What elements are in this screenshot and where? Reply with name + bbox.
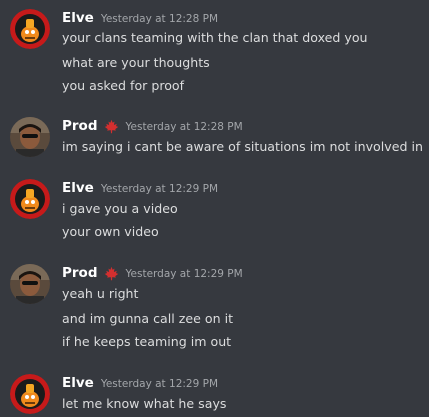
message-text: your own video — [62, 224, 159, 239]
message-text: and im gunna call zee on it — [62, 311, 234, 326]
orange-robot-avatar[interactable] — [10, 9, 50, 49]
message-header: Elve Yesterday at 12:29 PM — [62, 374, 218, 392]
message-text: you asked for proof — [62, 78, 185, 93]
maple-leaf-icon — [104, 119, 119, 134]
message-text: if he keeps teaming im out — [62, 334, 232, 349]
timestamp[interactable]: Yesterday at 12:29 PM — [101, 183, 218, 195]
message-text: yeah u right — [62, 286, 139, 301]
message-header: Prod Yesterday at 12:28 PM — [62, 117, 243, 135]
message-header: Elve Yesterday at 12:29 PM — [62, 179, 218, 197]
username[interactable]: Elve — [62, 10, 94, 26]
message-header: Prod Yesterday at 12:29 PM — [62, 264, 243, 282]
username[interactable]: Elve — [62, 180, 94, 196]
orange-robot-avatar[interactable] — [10, 374, 50, 414]
timestamp[interactable]: Yesterday at 12:28 PM — [101, 13, 218, 25]
maple-leaf-icon — [104, 266, 119, 281]
person-photo-avatar[interactable] — [10, 117, 50, 157]
message-text: i gave you a video — [62, 201, 178, 216]
timestamp[interactable]: Yesterday at 12:29 PM — [101, 378, 218, 390]
message-text: im saying i cant be aware of situations … — [62, 139, 423, 154]
person-photo-avatar[interactable] — [10, 264, 50, 304]
timestamp[interactable]: Yesterday at 12:28 PM — [126, 121, 243, 133]
username[interactable]: Prod — [62, 265, 98, 281]
username[interactable]: Elve — [62, 375, 94, 391]
message-text: what are your thoughts — [62, 55, 210, 70]
orange-robot-avatar[interactable] — [10, 179, 50, 219]
message-header: Elve Yesterday at 12:28 PM — [62, 9, 218, 27]
timestamp[interactable]: Yesterday at 12:29 PM — [126, 268, 243, 280]
message-text: let me know what he says — [62, 396, 227, 411]
chat-messages: Elve Yesterday at 12:28 PM your clans te… — [0, 0, 429, 417]
username[interactable]: Prod — [62, 118, 98, 134]
message-text: your clans teaming with the clan that do… — [62, 30, 368, 45]
